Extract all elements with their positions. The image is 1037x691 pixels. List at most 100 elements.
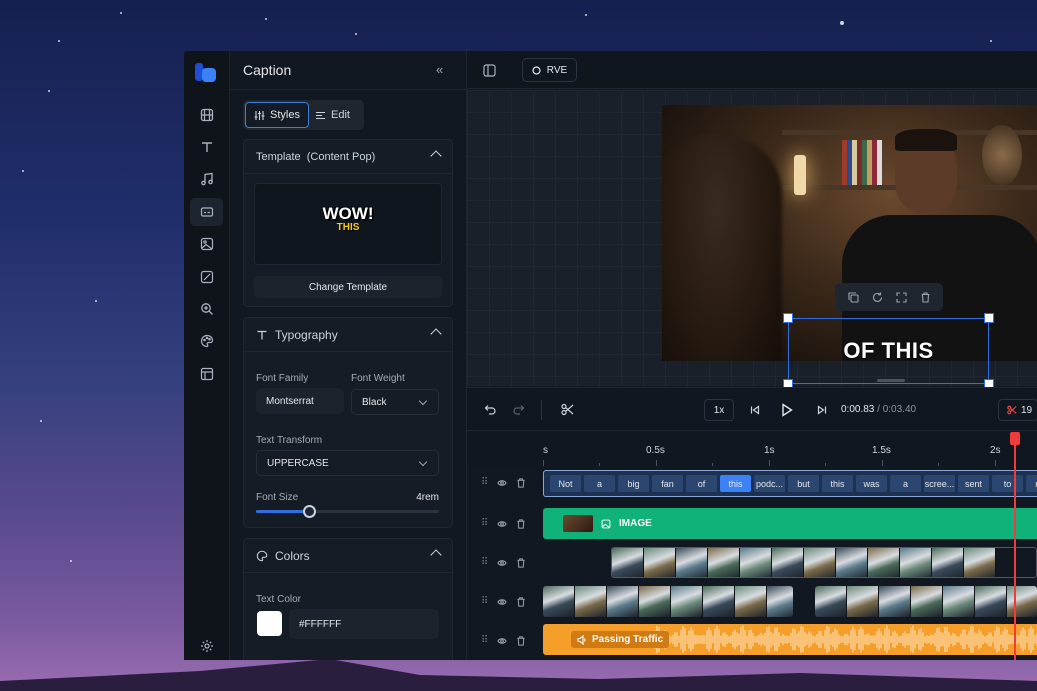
font-family-select[interactable]: Montserrat [256,388,344,414]
change-template-button[interactable]: Change Template [254,276,442,298]
tab-edit[interactable]: Edit [307,102,358,128]
captions-icon[interactable] [190,198,223,226]
panel-title: Caption [243,62,292,78]
caption-selection-box[interactable]: OF THIS [783,313,994,389]
caption-word[interactable]: this [720,475,751,492]
eye-icon[interactable] [497,558,507,568]
drag-handle-icon[interactable]: ⠿ [481,518,488,529]
eye-icon[interactable] [497,519,507,529]
audio-clip[interactable]: Passing Traffic [543,624,1037,655]
trash-icon[interactable] [516,557,526,568]
rotate-icon[interactable] [872,292,883,303]
caption-clip[interactable]: Not a big fan of this podc... but this was a scree.… [543,470,1037,497]
scissors-icon[interactable] [561,403,574,416]
music-icon[interactable] [190,165,223,193]
redo-icon[interactable] [513,404,525,416]
drag-handle-icon[interactable]: ⠿ [481,477,488,488]
video-frame [932,548,964,577]
caption-word[interactable]: big [618,475,649,492]
caption-word[interactable]: podc... [754,475,785,492]
video-frame [671,586,703,617]
caption-word[interactable]: to [992,475,1023,492]
trash-icon[interactable] [516,635,526,646]
settings-icon[interactable] [190,632,223,660]
chevron-up-icon[interactable] [430,328,442,340]
trash-icon[interactable] [516,477,526,488]
eye-icon[interactable] [497,636,507,646]
tool-rail [184,51,230,660]
double-chevron-left-icon[interactable]: « [436,62,443,77]
sidebar-toggle-icon[interactable] [483,64,496,77]
caption-word[interactable]: but [788,475,819,492]
text-transform-select[interactable]: UPPERCASE [256,450,439,476]
caption-word[interactable]: this [822,475,853,492]
zoom-icon[interactable] [190,295,223,323]
colors-header[interactable]: Colors [244,539,452,573]
video-clip[interactable] [815,586,1037,617]
caption-word[interactable]: of [686,475,717,492]
playhead[interactable] [1014,432,1016,660]
timeline-ruler[interactable]: s 0.5s 1s 1.5s 2s [467,432,1037,466]
eye-icon[interactable] [497,597,507,607]
caption-word[interactable]: was [856,475,887,492]
video-clip[interactable] [611,547,1037,578]
template-preview[interactable]: WOW! THIS [254,183,442,265]
chevron-up-icon[interactable] [430,549,442,561]
video-frame [703,586,735,617]
fullscreen-icon[interactable] [895,291,907,303]
image-thumbnail [563,515,593,532]
caption-word[interactable]: a [584,475,615,492]
tick-label: 2s [990,445,1001,456]
drag-handle-icon[interactable]: ⠿ [481,635,488,646]
caption-word[interactable]: me [1026,475,1037,492]
layout-icon[interactable] [190,360,223,388]
resize-handle[interactable] [984,313,994,323]
caption-word[interactable]: a [890,475,921,492]
speed-button[interactable]: 1x [704,399,734,421]
image-clip[interactable]: IMAGE [543,508,1037,539]
trash-icon[interactable] [920,291,931,303]
image-clip-label: IMAGE [619,518,652,529]
video-frame [847,586,879,617]
font-weight-select[interactable]: Black [351,389,439,415]
project-button[interactable]: RVE [522,58,577,82]
duplicate-icon[interactable] [847,291,859,303]
image-icon [601,519,611,528]
text-icon[interactable] [190,133,223,161]
resize-handle[interactable] [783,313,793,323]
resize-grip[interactable] [877,379,905,382]
undo-icon[interactable] [484,404,496,416]
caption-word[interactable]: sent [958,475,989,492]
text-color-swatch[interactable] [257,611,282,636]
template-header[interactable]: Template (Content Pop) [244,140,452,174]
typography-header[interactable]: Typography [244,318,452,352]
app-logo [195,63,216,82]
caption-word[interactable]: Not [550,475,581,492]
image-icon[interactable] [190,230,223,258]
trash-icon[interactable] [516,518,526,529]
skip-back-icon[interactable] [750,405,760,415]
font-weight-value: Black [362,396,387,408]
font-size-slider[interactable] [256,505,439,518]
video-frame [879,586,911,617]
resolution-button[interactable]: 19 [998,399,1037,421]
colors-title: Colors [275,548,310,563]
caption-word[interactable]: fan [652,475,683,492]
play-icon[interactable] [781,403,793,417]
video-clip[interactable] [543,586,793,617]
drag-handle-icon[interactable]: ⠿ [481,557,488,568]
eye-icon[interactable] [497,478,507,488]
text-color-input[interactable]: #FFFFFF [289,609,439,639]
film-icon[interactable] [190,101,223,129]
drag-handle-icon[interactable]: ⠿ [481,596,488,607]
tab-styles[interactable]: Styles [245,102,309,128]
trash-icon[interactable] [516,596,526,607]
chevron-up-icon[interactable] [430,150,442,162]
palette-icon[interactable] [190,327,223,355]
caption-word[interactable]: scree... [924,475,955,492]
slider-handle[interactable] [303,505,317,518]
track-controls: ⠿ [481,635,526,646]
skip-forward-icon[interactable] [817,405,827,415]
video-frame [575,586,607,617]
sticker-icon[interactable] [190,263,223,291]
